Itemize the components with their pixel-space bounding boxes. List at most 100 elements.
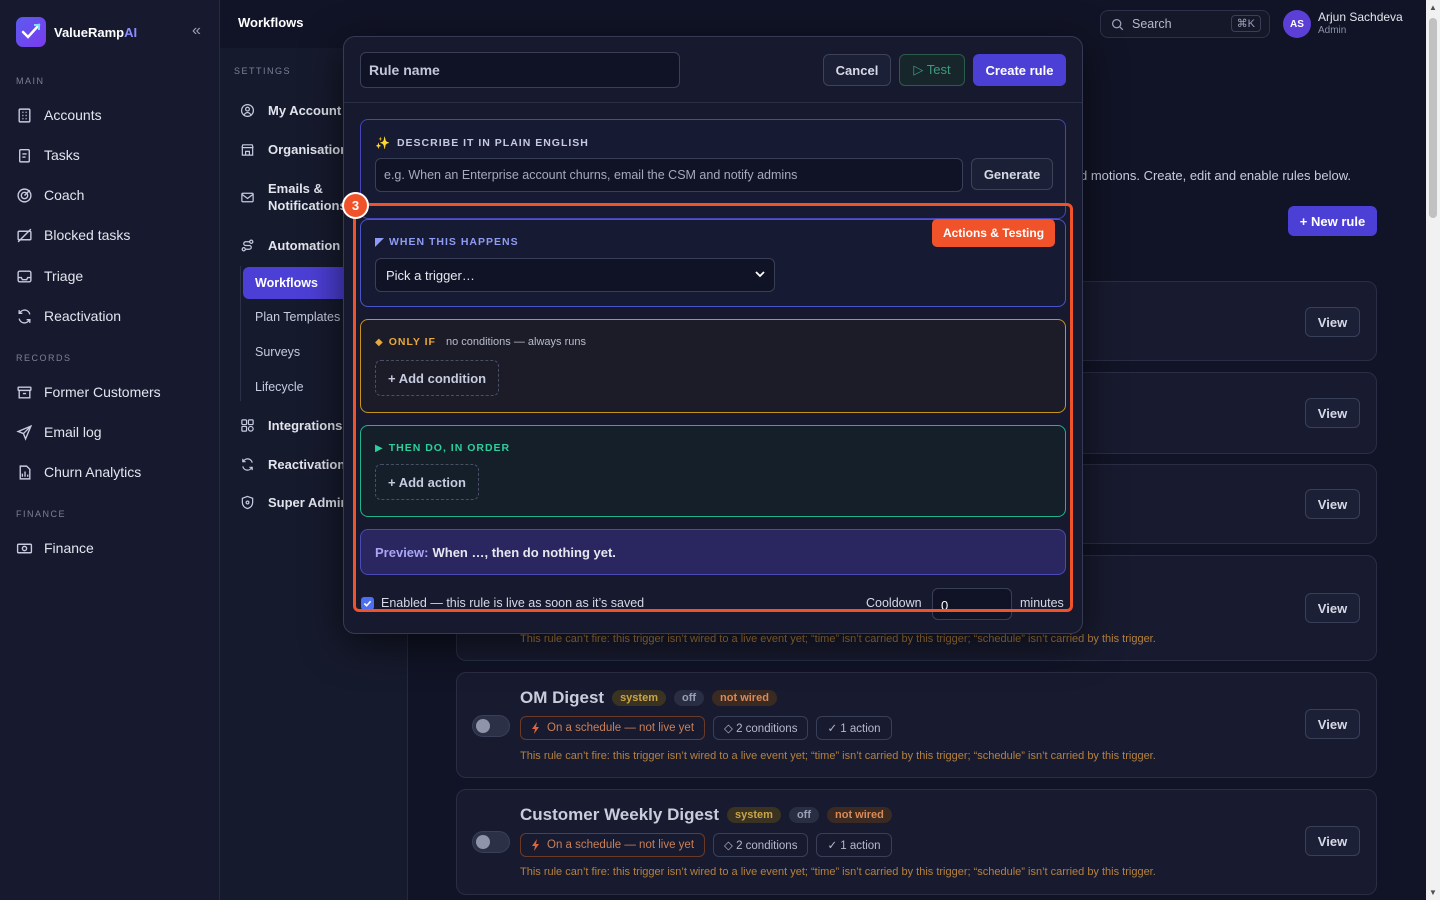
rule-toggle[interactable] (472, 715, 510, 737)
lightning-icon (532, 839, 539, 851)
avatar[interactable]: AS (1283, 10, 1311, 38)
brand-suffix: AI (124, 24, 138, 40)
view-button[interactable]: View (1305, 489, 1360, 519)
settings-sub-plan-templates[interactable]: Plan Templates (255, 310, 340, 324)
view-button[interactable]: View (1305, 826, 1360, 856)
view-button[interactable]: View (1305, 307, 1360, 337)
badge-off: off (788, 807, 819, 823)
sidebar-item-reactivation[interactable]: Reactivation (16, 302, 212, 330)
view-button[interactable]: View (1305, 593, 1360, 623)
sidebar-item-label: Reactivation (44, 308, 122, 324)
step-badge: 3 (342, 192, 369, 219)
sidebar-item-label: Triage (44, 268, 84, 284)
brand-logo-icon (16, 17, 46, 47)
actions-chip: ✓ 1 action (816, 716, 892, 740)
lightning-icon (532, 722, 539, 734)
grid-icon (241, 419, 254, 432)
search-shortcut: ⌘K (1230, 15, 1261, 32)
settings-item-label: Super Admin (268, 495, 349, 510)
sidebar-item-former-customers[interactable]: Former Customers (16, 378, 212, 406)
new-rule-button[interactable]: + New rule (1288, 206, 1377, 236)
rule-warning: This rule can’t fire: this trigger isn’t… (520, 866, 1156, 878)
sidebar-item-triage[interactable]: Triage (16, 262, 212, 290)
rule-name-input[interactable] (360, 52, 680, 88)
settings-sub-surveys[interactable]: Surveys (255, 345, 300, 359)
conditions-chip: ◇ 2 conditions (713, 716, 809, 740)
sidebar: ValueRampAI « MAIN Accounts Tasks Coach … (0, 0, 220, 900)
settings-item-label: Emails & Notifications (268, 181, 347, 213)
rule-title: Customer Weekly Digest (520, 805, 720, 824)
settings-item-label: Reactivation (268, 457, 346, 472)
section-label-finance: FINANCE (16, 509, 67, 519)
brand[interactable]: ValueRampAI « (16, 16, 216, 48)
submenu-line (240, 266, 241, 401)
modal-header: Cancel ▷ Test Create rule (344, 37, 1082, 103)
sidebar-item-label: Coach (44, 187, 85, 203)
search-icon (1111, 18, 1124, 30)
trigger-chip: On a schedule — not live yet (520, 833, 706, 857)
view-button[interactable]: View (1305, 709, 1360, 739)
settings-sub-lifecycle[interactable]: Lifecycle (255, 380, 304, 394)
sidebar-item-email-log[interactable]: Email log (16, 418, 212, 446)
rule-title: OM Digest (520, 688, 605, 707)
settings-item-label: My Account (268, 103, 342, 118)
refresh-icon (242, 458, 253, 471)
generate-button[interactable]: Generate (971, 158, 1053, 190)
clipboard-icon (19, 148, 30, 163)
store-icon (241, 144, 254, 156)
rule-toggle[interactable] (472, 831, 510, 853)
sidebar-item-label: Email log (44, 424, 102, 440)
search-label: Search (1132, 17, 1172, 31)
badge-not-wired: not wired (827, 807, 892, 823)
sidebar-item-blocked-tasks[interactable]: Blocked tasks (16, 221, 212, 249)
sidebar-item-label: Finance (44, 540, 94, 556)
sidebar-item-label: Blocked tasks (44, 227, 131, 243)
describe-title: DESCRIBE IT IN PLAIN ENGLISH (396, 137, 589, 149)
create-rule-button[interactable]: Create rule (973, 54, 1066, 86)
badge-off: off (673, 690, 705, 706)
describe-input[interactable] (375, 158, 963, 192)
view-button[interactable]: View (1305, 398, 1360, 428)
building-icon (18, 107, 31, 123)
step-label: Actions & Testing (932, 219, 1055, 247)
sidebar-item-accounts[interactable]: Accounts (16, 101, 212, 129)
trigger-chip: On a schedule — not live yet (520, 716, 706, 740)
test-button[interactable]: ▷ Test (899, 54, 965, 86)
rule-card: Customer Weekly Digest system off not wi… (456, 789, 1377, 895)
scrollbar-thumb[interactable] (1429, 18, 1437, 218)
sparkle-icon: ✨ (375, 136, 391, 150)
cash-icon (16, 543, 33, 553)
badge-not-wired: not wired (712, 690, 777, 706)
cancel-button[interactable]: Cancel (823, 54, 891, 86)
settings-item-label: Integrations (268, 418, 343, 433)
collapse-sidebar-icon[interactable]: « (192, 22, 201, 40)
sidebar-item-label: Former Customers (44, 384, 161, 400)
conditions-chip: ◇ 2 conditions (713, 833, 809, 857)
actions-chip: ✓ 1 action (816, 833, 892, 857)
sidebar-item-label: Accounts (44, 107, 102, 123)
chip-label: On a schedule — not live yet (547, 722, 695, 734)
search-input[interactable]: Search ⌘K (1100, 10, 1270, 38)
chart-file-icon (19, 464, 31, 480)
send-icon (16, 424, 33, 441)
refresh-icon (18, 308, 31, 324)
user-name[interactable]: Arjun Sachdeva (1318, 10, 1403, 24)
settings-label: SETTINGS (234, 66, 292, 76)
sidebar-item-finance[interactable]: Finance (16, 534, 212, 562)
page-description: d motions. Create, edit and enable rules… (1080, 168, 1352, 183)
scroll-up-icon[interactable]: ▲ (1429, 3, 1437, 12)
badge-system: system (727, 807, 781, 823)
route-icon (241, 239, 254, 252)
rule-warning: This rule can’t fire: this trigger isn’t… (520, 633, 1156, 645)
inbox-icon (17, 269, 32, 283)
sidebar-item-tasks[interactable]: Tasks (16, 141, 212, 169)
shield-icon (241, 495, 254, 510)
ticket-off-icon (17, 228, 32, 242)
scroll-down-icon[interactable]: ▼ (1429, 888, 1437, 897)
brand-name: ValueRamp (54, 24, 125, 40)
sidebar-item-coach[interactable]: Coach (16, 181, 212, 209)
sidebar-item-label: Churn Analytics (44, 464, 142, 480)
sidebar-item-churn-analytics[interactable]: Churn Analytics (16, 458, 212, 486)
archive-icon (17, 385, 32, 399)
rule-warning: This rule can’t fire: this trigger isn’t… (520, 750, 1156, 762)
